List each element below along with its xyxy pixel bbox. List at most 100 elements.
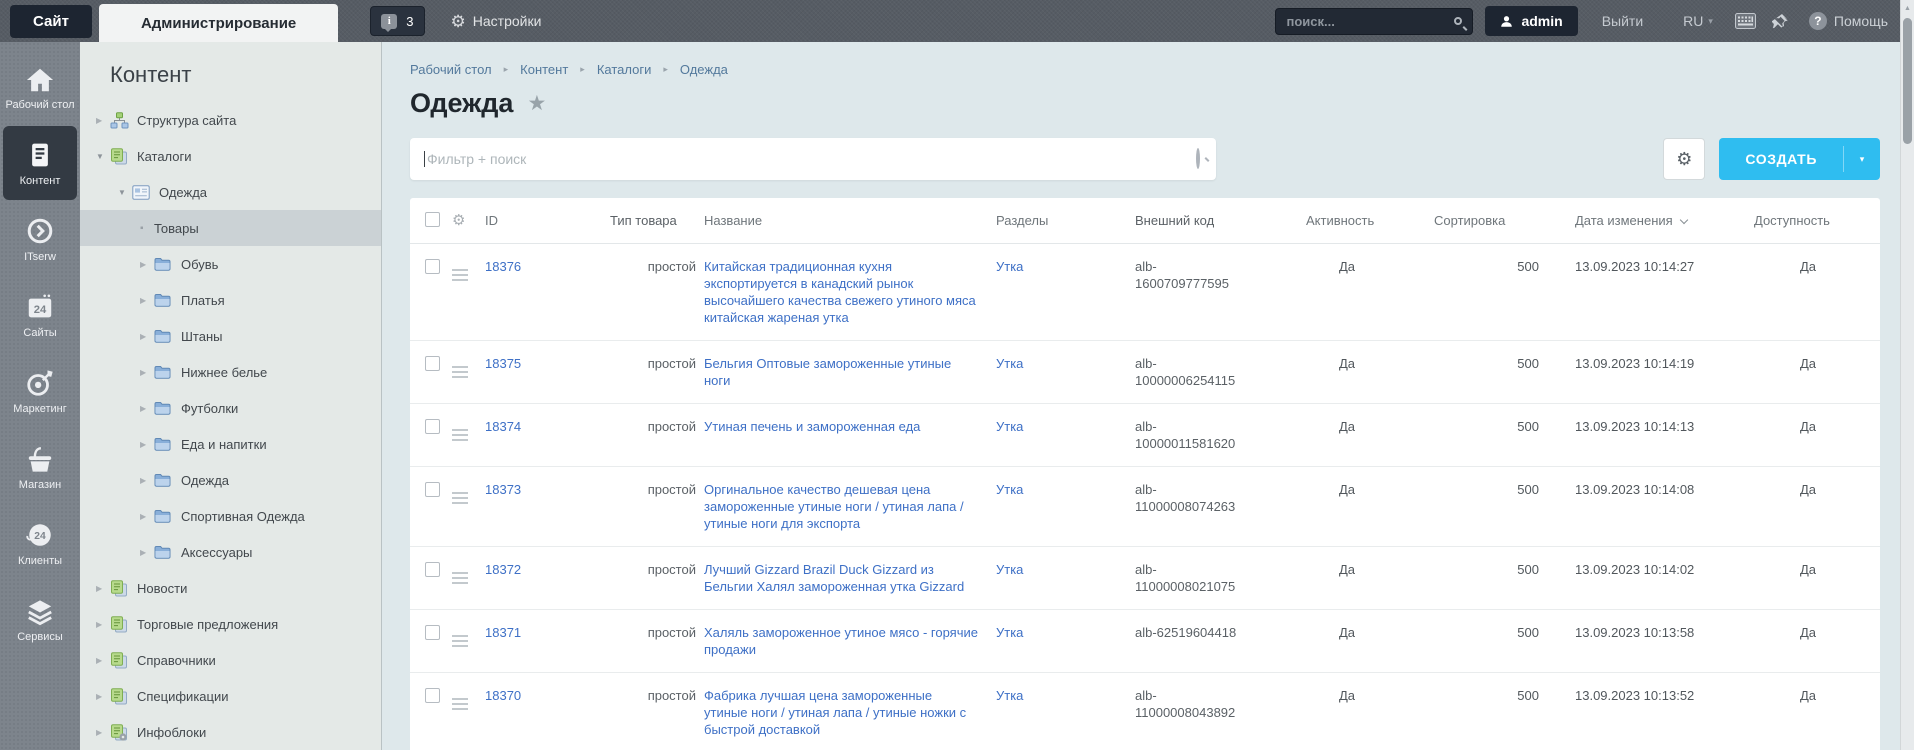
sidebar-rail-item[interactable]: Магазин (3, 430, 77, 504)
tree-toggle-icon[interactable]: ▶ (140, 548, 154, 557)
tree-toggle-icon[interactable]: ▶ (96, 728, 110, 737)
pin-panel-button[interactable] (1771, 13, 1789, 30)
row-id-link[interactable]: 18370 (485, 688, 521, 703)
sidebar-rail-item[interactable]: Рабочий стол (3, 50, 77, 124)
search-icon[interactable] (1454, 17, 1463, 25)
sidebar-rail-item[interactable]: 24 Клиенты (3, 506, 77, 580)
row-name-link[interactable]: Фабрика лучшая цена замороженные утиные … (704, 688, 966, 737)
tree-toggle-icon[interactable]: ▶ (140, 260, 154, 269)
help-button[interactable]: ? Помощь (1808, 12, 1888, 30)
tree-toggle-icon[interactable]: ▶ (96, 692, 110, 701)
notifications-button[interactable]: i 3 (370, 6, 425, 36)
tree-toggle-icon[interactable]: ▶ (140, 368, 154, 377)
column-header-availability[interactable]: Доступность (1754, 213, 1880, 228)
hotkeys-button[interactable] (1734, 13, 1756, 29)
row-section-link[interactable]: Утка (996, 562, 1023, 577)
row-id-link[interactable]: 18373 (485, 482, 521, 497)
grid-settings-button[interactable]: ⚙ (1663, 138, 1706, 180)
tree-toggle-icon[interactable]: ▶ (140, 476, 154, 485)
settings-button[interactable]: ⚙ Настройки (451, 13, 542, 30)
scrollbar-thumb[interactable] (1903, 18, 1912, 144)
create-button-label[interactable]: СОЗДАТЬ (1719, 138, 1843, 180)
filter-search-icon[interactable] (1196, 148, 1200, 169)
sidebar-rail-item[interactable]: Сервисы (3, 582, 77, 656)
row-section-link[interactable]: Утка (996, 419, 1023, 434)
row-checkbox[interactable] (425, 562, 440, 577)
row-name-link[interactable]: Оргинальное качество дешевая цена заморо… (704, 482, 964, 531)
column-header-external-code[interactable]: Внешний код (1135, 213, 1306, 228)
column-settings-icon[interactable]: ⚙ (452, 212, 465, 229)
row-checkbox[interactable] (425, 259, 440, 274)
column-header-type[interactable]: Тип товара (610, 213, 704, 228)
row-name-link[interactable]: Халяль замороженное утиное мясо - горячи… (704, 625, 978, 657)
tree-item[interactable]: ▪ Товары (80, 210, 381, 246)
tree-item[interactable]: ▶ Одежда (80, 462, 381, 498)
sidebar-rail-item[interactable]: 24 Сайты (3, 278, 77, 352)
row-checkbox[interactable] (425, 688, 440, 703)
language-selector[interactable]: RU ▾ (1683, 13, 1713, 29)
tree-item[interactable]: ▶ Структура сайта (80, 102, 381, 138)
tree-item[interactable]: ▶ Торговые предложения (80, 606, 381, 642)
row-section-link[interactable]: Утка (996, 688, 1023, 703)
tree-toggle-icon[interactable]: ▶ (140, 512, 154, 521)
site-tab-button[interactable]: Сайт (10, 4, 92, 38)
scroll-up-icon[interactable]: ▲ (1904, 5, 1911, 12)
tree-toggle-icon[interactable]: ▶ (140, 296, 154, 305)
tree-item[interactable]: ▶ Штаны (80, 318, 381, 354)
row-menu-icon[interactable] (452, 635, 468, 647)
column-header-modified[interactable]: Дата изменения (1575, 213, 1754, 228)
row-id-link[interactable]: 18374 (485, 419, 521, 434)
row-menu-icon[interactable] (452, 429, 468, 441)
breadcrumb-link[interactable]: Контент (520, 62, 568, 77)
row-menu-icon[interactable] (452, 698, 468, 710)
row-menu-icon[interactable] (452, 269, 468, 281)
row-id-link[interactable]: 18375 (485, 356, 521, 371)
row-name-link[interactable]: Китайская традиционная кухня экспортируе… (704, 259, 976, 325)
column-header-id[interactable]: ID (476, 213, 610, 228)
tree-item[interactable]: ▶ Футболки (80, 390, 381, 426)
tree-item[interactable]: ▼ Каталоги (80, 138, 381, 174)
row-checkbox[interactable] (425, 482, 440, 497)
tree-item[interactable]: ▶ Еда и напитки (80, 426, 381, 462)
global-search-input[interactable]: поиск... (1275, 7, 1474, 35)
page-scrollbar[interactable]: ▲ (1900, 0, 1914, 750)
row-section-link[interactable]: Утка (996, 356, 1023, 371)
row-section-link[interactable]: Утка (996, 259, 1023, 274)
tree-toggle-icon[interactable]: ▶ (140, 440, 154, 449)
tree-toggle-icon[interactable]: ▶ (96, 656, 110, 665)
tree-toggle-icon[interactable]: ▶ (140, 404, 154, 413)
row-name-link[interactable]: Бельгия Оптовые замороженные утиные ноги (704, 356, 951, 388)
row-menu-icon[interactable] (452, 492, 468, 504)
tree-item[interactable]: ▶ Спортивная Одежда (80, 498, 381, 534)
column-header-name[interactable]: Название (704, 213, 996, 228)
tree-item[interactable]: ▶ Обувь (80, 246, 381, 282)
tree-toggle-icon[interactable]: ▶ (96, 620, 110, 629)
administration-tab[interactable]: Администрирование (98, 4, 339, 42)
tree-toggle-icon[interactable]: ▪ (140, 223, 154, 234)
create-button[interactable]: СОЗДАТЬ ▾ (1719, 138, 1880, 180)
tree-item[interactable]: ▼ Одежда (80, 174, 381, 210)
row-id-link[interactable]: 18376 (485, 259, 521, 274)
sidebar-rail-item[interactable]: Контент (3, 126, 77, 200)
row-checkbox[interactable] (425, 419, 440, 434)
user-menu-button[interactable]: admin (1485, 6, 1578, 36)
row-menu-icon[interactable] (452, 572, 468, 584)
favorite-star-icon[interactable]: ★ (527, 91, 546, 116)
tree-item[interactable]: ▶ Инфоблоки (80, 714, 381, 750)
tree-toggle-icon[interactable]: ▶ (96, 116, 110, 125)
tree-item[interactable]: ▶ Спецификации (80, 678, 381, 714)
breadcrumb-link[interactable]: Каталоги (597, 62, 652, 77)
row-id-link[interactable]: 18372 (485, 562, 521, 577)
row-name-link[interactable]: Лучший Gizzard Brazil Duck Gizzard из Бе… (704, 562, 964, 594)
tree-toggle-icon[interactable]: ▼ (96, 152, 110, 161)
row-section-link[interactable]: Утка (996, 625, 1023, 640)
tree-toggle-icon[interactable]: ▼ (118, 188, 132, 197)
column-header-sort[interactable]: Сортировка (1434, 213, 1575, 228)
tree-item[interactable]: ▶ Справочники (80, 642, 381, 678)
select-all-checkbox[interactable] (425, 212, 440, 227)
row-id-link[interactable]: 18371 (485, 625, 521, 640)
tree-item[interactable]: ▶ Новости (80, 570, 381, 606)
row-section-link[interactable]: Утка (996, 482, 1023, 497)
tree-item[interactable]: ▶ Платья (80, 282, 381, 318)
row-menu-icon[interactable] (452, 366, 468, 378)
